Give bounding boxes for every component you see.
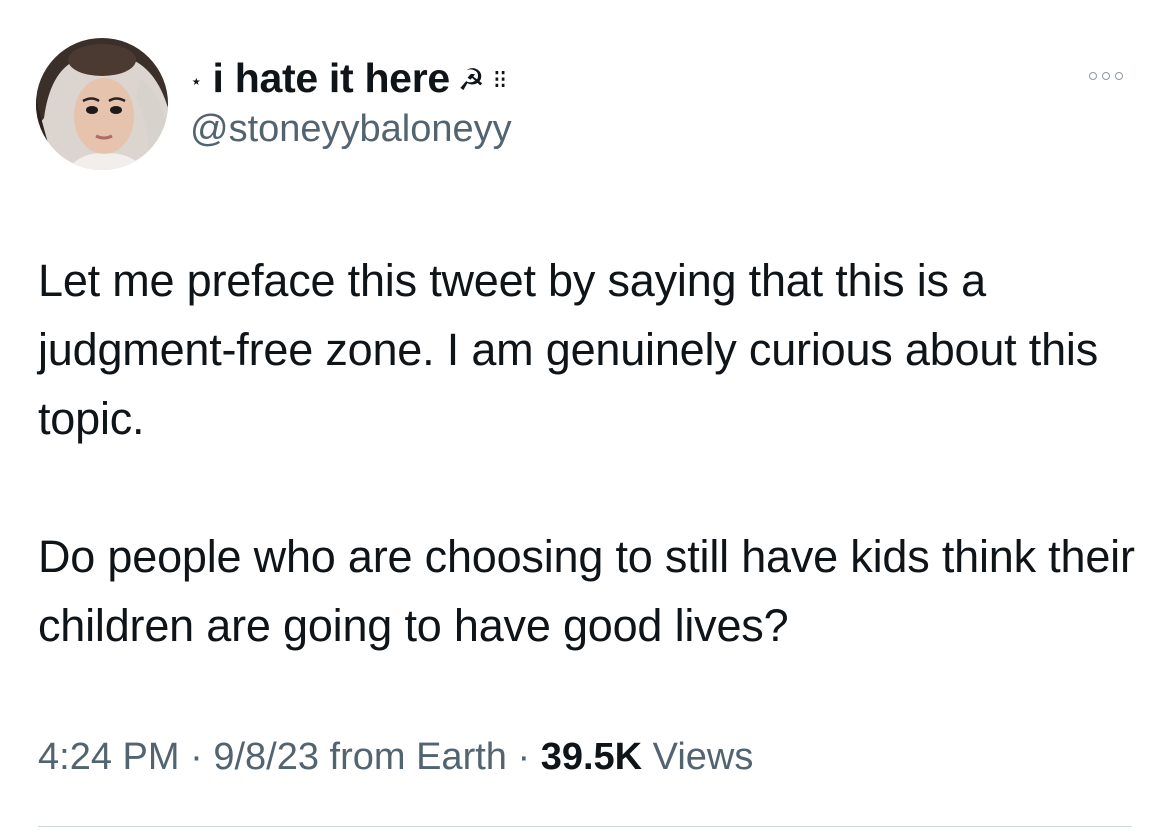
more-options-button[interactable] <box>1080 62 1132 90</box>
tweet-paragraph: Let me preface this tweet by saying that… <box>38 255 1099 444</box>
meta-separator: · <box>179 736 214 778</box>
more-options-icon-dot <box>1115 72 1123 80</box>
meta-separator: · <box>506 736 541 778</box>
tweet-date[interactable]: 9/8/23 <box>213 736 319 778</box>
views-label: Views <box>642 736 754 778</box>
tweet-card: ⋆ i hate it here ☭ ⁝⁝ @stoneyybaloneyy L… <box>0 0 1170 838</box>
dotted-ornament-icon: ⁝⁝ <box>492 63 507 94</box>
hammer-sickle-icon: ☭ <box>457 63 485 97</box>
more-options-icon-dot <box>1102 72 1110 80</box>
tweet-source: from Earth <box>318 736 507 778</box>
tweet-text: Let me preface this tweet by saying that… <box>38 246 1148 660</box>
author-name-row[interactable]: ⋆ i hate it here ☭ ⁝⁝ <box>190 52 507 104</box>
avatar-image <box>36 38 168 170</box>
tweet-time[interactable]: 4:24 PM <box>38 736 180 778</box>
star-icon: ⋆ <box>190 70 203 93</box>
tweet-meta: 4:24 PM · 9/8/23 from Earth · 39.5K View… <box>38 736 753 779</box>
tweet-paragraph: Do people who are choosing to still have… <box>38 531 1135 651</box>
views-count[interactable]: 39.5K <box>541 736 642 778</box>
author-handle[interactable]: @stoneyybaloneyy <box>190 108 512 151</box>
display-name[interactable]: i hate it here <box>213 55 451 102</box>
avatar[interactable] <box>36 38 168 170</box>
divider <box>38 826 1132 827</box>
more-options-icon <box>1089 72 1097 80</box>
